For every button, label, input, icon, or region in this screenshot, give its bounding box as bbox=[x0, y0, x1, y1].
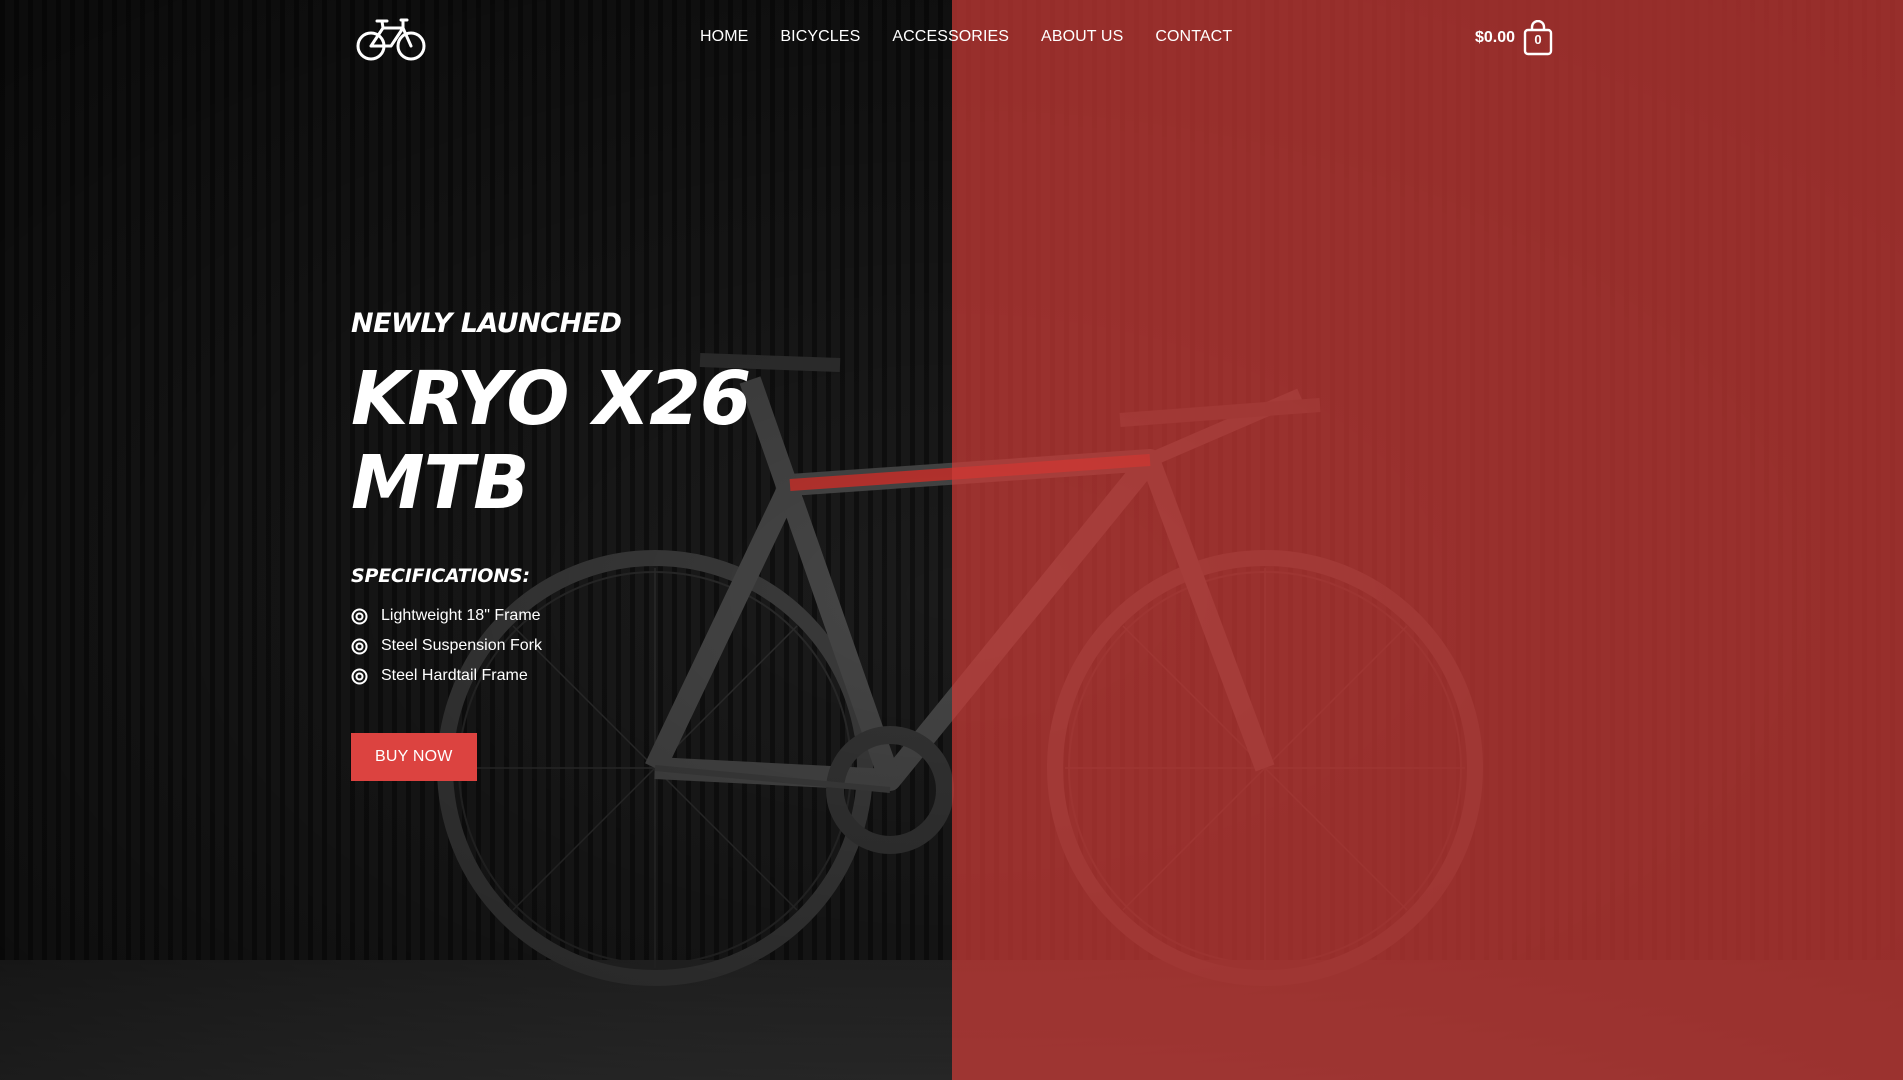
site-logo[interactable] bbox=[355, 14, 429, 62]
red-color-overlay bbox=[952, 0, 1903, 1080]
main-navigation: HOME BICYCLES ACCESSORIES ABOUT US CONTA… bbox=[700, 28, 1264, 46]
list-item: Steel Hardtail Frame bbox=[351, 661, 750, 691]
cart-count-badge: 0 bbox=[1534, 32, 1542, 47]
shopping-bag-icon: 0 bbox=[1523, 19, 1553, 56]
nav-item-accessories[interactable]: ACCESSORIES bbox=[892, 28, 1009, 46]
spec-label: Lightweight 18" Frame bbox=[381, 607, 541, 624]
nav-item-about-us[interactable]: ABOUT US bbox=[1041, 28, 1123, 46]
specifications-list: Lightweight 18" Frame Steel Suspension F… bbox=[351, 601, 750, 691]
hero-title-line-1: KRYO X26 bbox=[351, 356, 751, 442]
site-header: HOME BICYCLES ACCESSORIES ABOUT US CONTA… bbox=[0, 0, 1903, 80]
hero-eyebrow: NEWLY LAUNCHED bbox=[351, 308, 622, 339]
target-icon bbox=[351, 668, 368, 684]
buy-now-button[interactable]: BUY NOW bbox=[351, 733, 477, 781]
spec-label: Steel Suspension Fork bbox=[381, 637, 542, 654]
bicycle-icon bbox=[356, 18, 426, 61]
target-icon bbox=[351, 608, 368, 624]
nav-item-bicycles[interactable]: BICYCLES bbox=[780, 28, 860, 46]
list-item: Steel Suspension Fork bbox=[351, 631, 750, 661]
nav-item-home[interactable]: HOME bbox=[700, 28, 748, 46]
cart-link[interactable]: $0.00 0 bbox=[1475, 19, 1553, 56]
list-item: Lightweight 18" Frame bbox=[351, 601, 750, 631]
target-icon bbox=[351, 638, 368, 654]
spec-label: Steel Hardtail Frame bbox=[381, 667, 528, 684]
nav-item-contact[interactable]: CONTACT bbox=[1155, 28, 1232, 46]
specifications-heading: SPECIFICATIONS: bbox=[351, 565, 530, 587]
hero-title-line-2: MTB bbox=[351, 440, 530, 526]
hero-title: KRYO X26 MTB bbox=[351, 356, 751, 526]
hero-content: NEWLY LAUNCHED KRYO X26 MTB SPECIFICATIO… bbox=[351, 308, 751, 781]
cart-total: $0.00 bbox=[1475, 29, 1516, 46]
